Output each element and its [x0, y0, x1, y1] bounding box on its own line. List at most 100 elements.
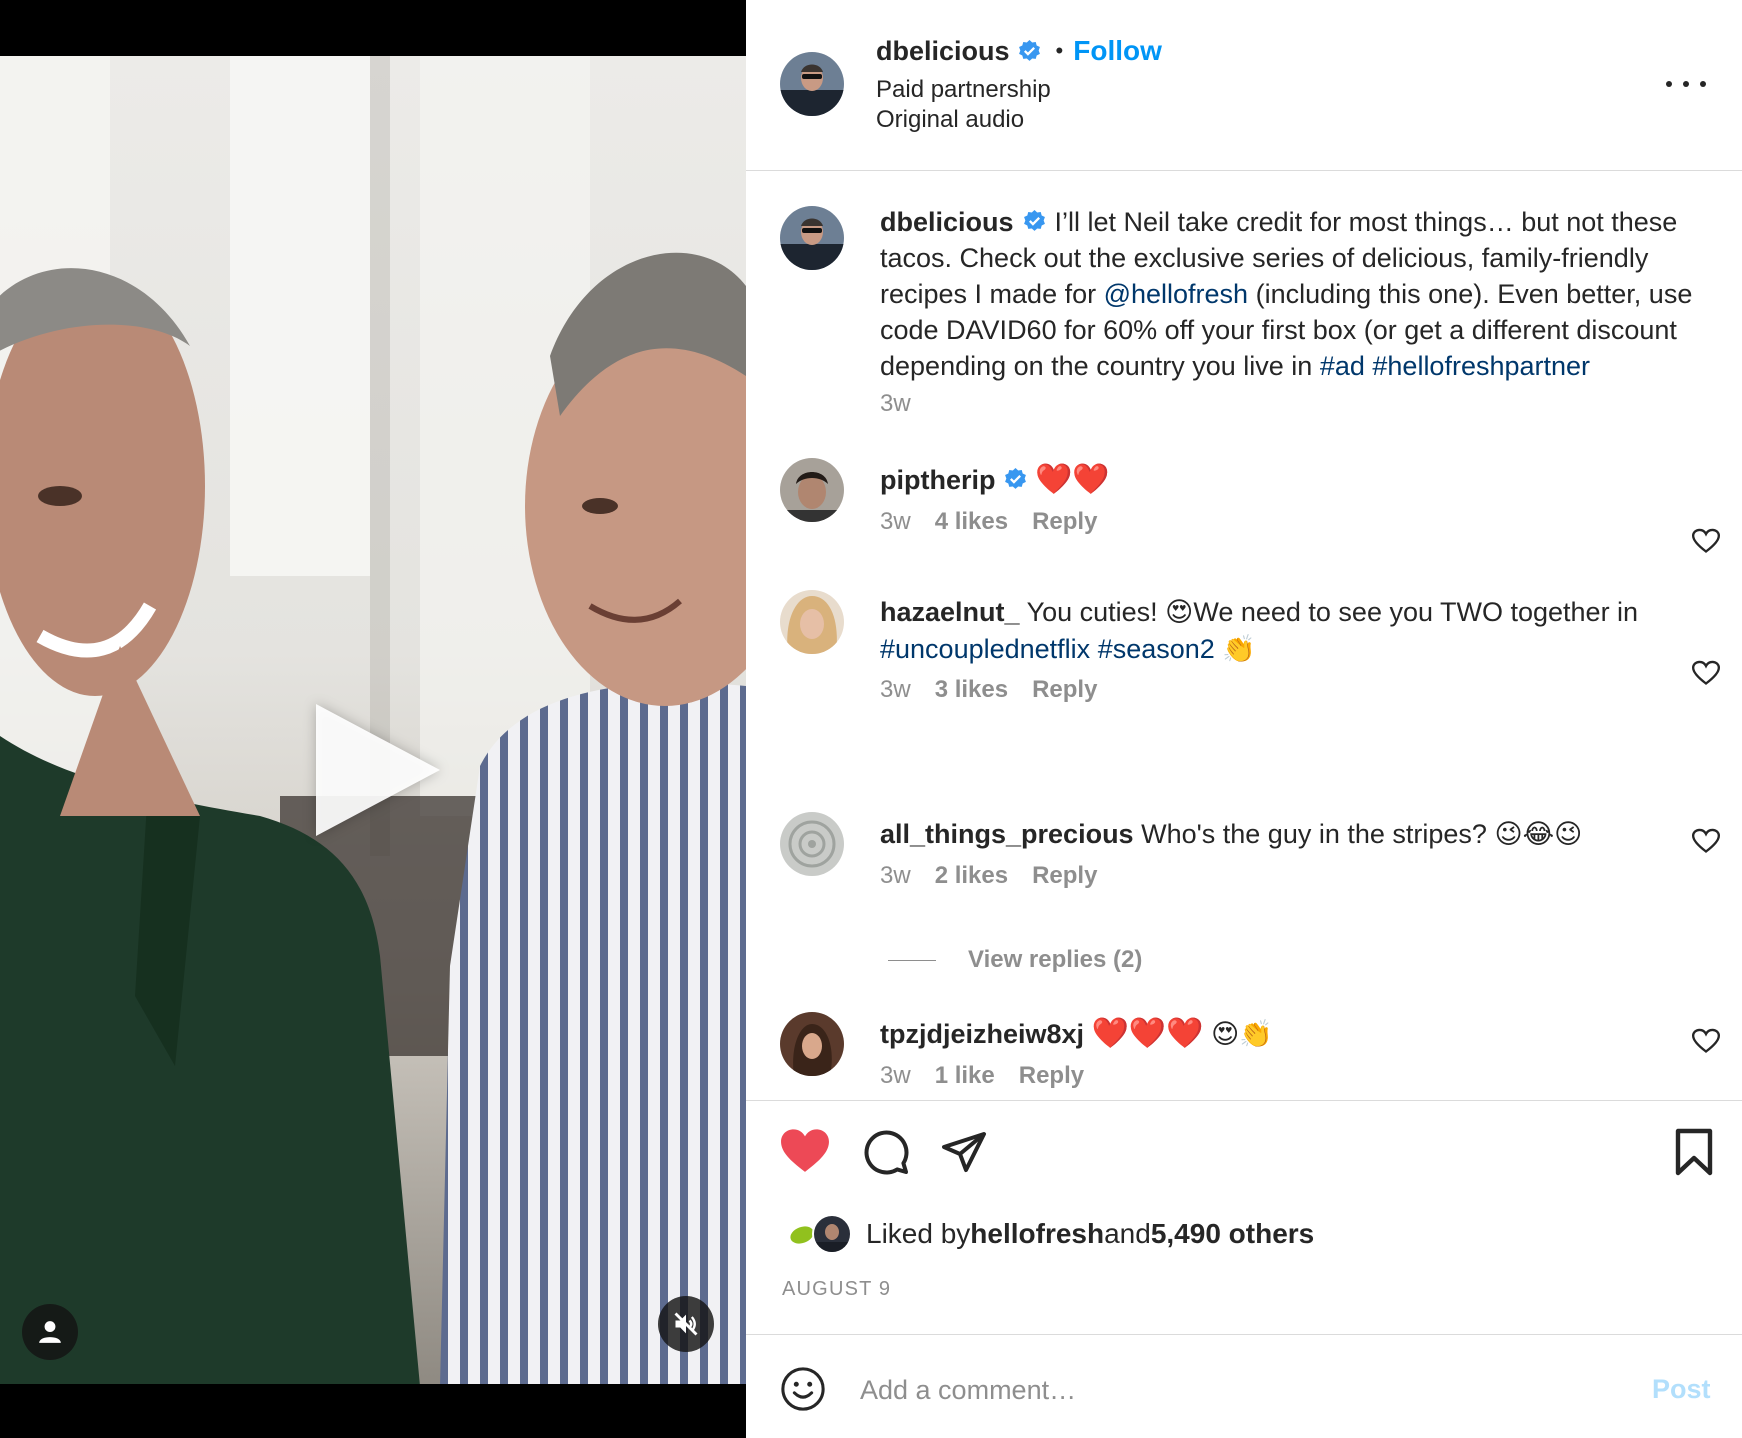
comment-body: hazaelnut_ You cuties! 😍We need to see y… — [880, 594, 1640, 668]
hashtag-link[interactable]: #ad — [1320, 351, 1365, 381]
comment-likes-count[interactable]: 2 likes — [935, 862, 1008, 890]
post-details-panel: dbelicious • Follow Paid partnership Ori… — [746, 0, 1742, 1438]
view-replies-button[interactable]: View replies (2) — [888, 946, 1142, 974]
commenter-avatar[interactable] — [780, 590, 844, 654]
divider — [746, 1100, 1742, 1101]
likes-middle: and — [1104, 1218, 1151, 1249]
verified-badge-icon — [1004, 468, 1026, 489]
avatar-image — [780, 590, 844, 654]
comment-username[interactable]: hazaelnut_ — [880, 597, 1020, 627]
speaker-muted-icon — [674, 1312, 698, 1336]
comment-body: tpzjdjeizheiw8xj ❤️❤️❤️ 😍👏 — [880, 1016, 1640, 1053]
verified-badge-icon — [1023, 210, 1045, 231]
separator-dot: • — [1055, 38, 1064, 63]
comment-timestamp[interactable]: 3w — [880, 508, 911, 536]
avatar-image — [780, 812, 844, 876]
comment-meta: 3w 2 likes Reply — [880, 862, 1097, 890]
heart-emoji: ❤️❤️❤️ — [1091, 1016, 1204, 1051]
divider — [746, 1334, 1742, 1335]
verified-badge-icon — [1018, 39, 1040, 61]
tagged-users-button[interactable] — [22, 1304, 78, 1360]
clapping-emoji: 👏 — [1222, 634, 1256, 665]
comment-meta: 3w 1 like Reply — [880, 1062, 1084, 1090]
comment-text: You cuties! — [1026, 597, 1166, 627]
follow-button[interactable]: Follow — [1073, 35, 1162, 67]
bookmark-icon[interactable] — [1672, 1128, 1716, 1176]
hashtag-link[interactable]: #uncouplednetflix — [880, 634, 1090, 664]
comment-meta: 3w 4 likes Reply — [880, 508, 1097, 536]
person-icon — [39, 1321, 61, 1343]
comment-like-icon[interactable] — [1692, 1028, 1720, 1054]
comment-username[interactable]: piptherip — [880, 465, 996, 495]
caption-timestamp[interactable]: 3w — [880, 390, 911, 418]
comment-username[interactable]: tpzjdjeizheiw8xj — [880, 1019, 1084, 1049]
avatar-image — [780, 52, 844, 116]
comment-timestamp[interactable]: 3w — [880, 676, 911, 704]
comment-timestamp[interactable]: 3w — [880, 862, 911, 890]
heart-filled-icon[interactable] — [780, 1128, 830, 1174]
comment-like-icon[interactable] — [1692, 528, 1720, 554]
reply-button[interactable]: Reply — [1019, 1062, 1084, 1090]
comment-meta: 3w 3 likes Reply — [880, 676, 1097, 704]
replies-line — [888, 959, 936, 961]
liker-avatar — [812, 1214, 852, 1254]
video-player[interactable] — [0, 0, 746, 1438]
avatar-image — [780, 1012, 844, 1076]
comment-likes-count[interactable]: 3 likes — [935, 676, 1008, 704]
comment-like-icon[interactable] — [1692, 828, 1720, 854]
commenter-avatar[interactable] — [780, 1012, 844, 1076]
heart-emoji: ❤️❤️ — [1035, 462, 1110, 497]
more-dot-icon — [1700, 81, 1706, 87]
comments-list[interactable]: dbelicious I’ll let Neil take credit for… — [746, 172, 1742, 1100]
comment-body: piptherip ❤️❤️ — [880, 462, 1640, 498]
comment-likes-count[interactable]: 4 likes — [935, 508, 1008, 536]
paid-partnership-label[interactable]: Paid partnership — [876, 76, 1051, 104]
author-username[interactable]: dbelicious — [876, 36, 1010, 67]
commenter-avatar[interactable] — [780, 458, 844, 522]
post-action-bar — [746, 1128, 1742, 1184]
mention-link[interactable]: @hellofresh — [1104, 279, 1248, 309]
more-dot-icon — [1666, 81, 1672, 87]
video-frame[interactable] — [0, 56, 746, 1384]
reply-button[interactable]: Reply — [1032, 676, 1097, 704]
play-icon[interactable] — [316, 704, 440, 836]
caption-username[interactable]: dbelicious — [880, 207, 1014, 237]
audio-label[interactable]: Original audio — [876, 106, 1024, 134]
likes-summary[interactable]: Liked by hellofresh and 5,490 others — [782, 1214, 1314, 1254]
post-comment-button[interactable]: Post — [1652, 1374, 1711, 1405]
more-dot-icon — [1683, 81, 1689, 87]
comment-text: We need to see you TWO together in — [1193, 597, 1639, 627]
post-date[interactable]: AUGUST 9 — [782, 1278, 891, 1301]
more-options-button[interactable] — [1666, 72, 1706, 96]
comment-bubble-icon[interactable] — [862, 1128, 910, 1176]
heart-eyes-emoji: 😍 — [1165, 597, 1194, 628]
hashtag-link[interactable]: #hellofreshpartner — [1372, 351, 1590, 381]
avatar-image — [814, 1224, 850, 1252]
commenter-avatar[interactable] — [780, 812, 844, 876]
paper-plane-icon[interactable] — [940, 1128, 988, 1176]
author-avatar[interactable] — [780, 52, 844, 116]
smiley-icon[interactable] — [780, 1366, 826, 1412]
reply-button[interactable]: Reply — [1032, 508, 1097, 536]
avatar-image — [780, 206, 844, 270]
heart-eyes-clapping-emoji: 😍👏 — [1211, 1019, 1273, 1050]
post-header: dbelicious • Follow Paid partnership Ori… — [746, 0, 1742, 171]
likes-count[interactable]: 5,490 others — [1151, 1218, 1314, 1250]
avatar-image — [780, 458, 844, 522]
comment-body: all_things_precious Who's the guy in the… — [880, 816, 1680, 853]
comment-like-icon[interactable] — [1692, 660, 1720, 686]
view-replies-label: View replies (2) — [968, 946, 1143, 973]
comment-text: Who's the guy in the stripes? — [1141, 819, 1495, 849]
caption-meta: 3w — [880, 390, 911, 418]
mute-button[interactable] — [658, 1296, 714, 1352]
comment-input[interactable] — [860, 1368, 1620, 1412]
caption-author-avatar[interactable] — [780, 206, 844, 270]
post-caption: dbelicious I’ll let Neil take credit for… — [880, 204, 1700, 384]
comment-likes-count[interactable]: 1 like — [935, 1062, 995, 1090]
winking-laughing-emoji: 😉😂😉 — [1494, 819, 1583, 850]
comment-timestamp[interactable]: 3w — [880, 1062, 911, 1090]
reply-button[interactable]: Reply — [1032, 862, 1097, 890]
hashtag-link[interactable]: #season2 — [1098, 634, 1215, 664]
comment-username[interactable]: all_things_precious — [880, 819, 1134, 849]
liker-username[interactable]: hellofresh — [970, 1218, 1104, 1250]
